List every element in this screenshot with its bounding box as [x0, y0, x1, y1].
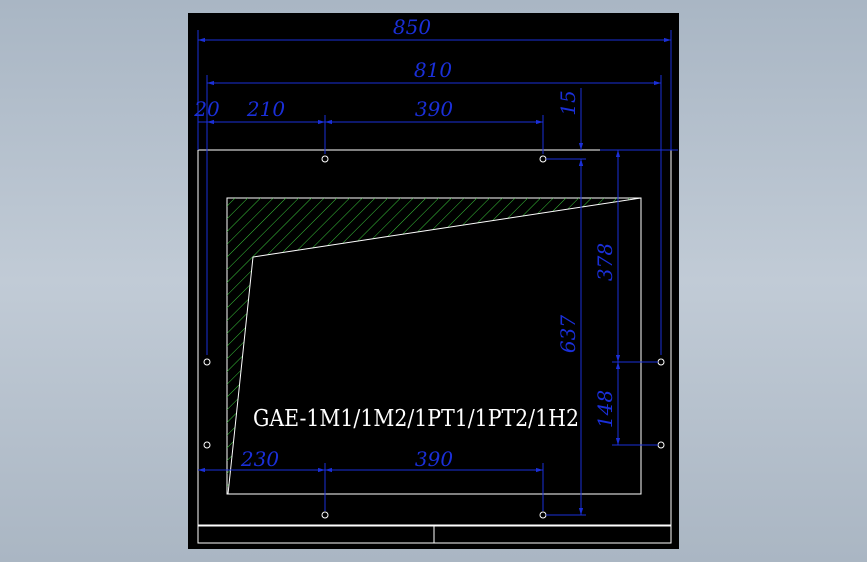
hole-bottom-right [539, 511, 547, 519]
dim-bottom-hole-spacing: 390 [415, 447, 453, 471]
dim-upper-height: 378 [593, 243, 617, 281]
hole-top-left [321, 155, 329, 163]
drawing-viewer: 850 810 20 210 390 15 378 637 148 230 39… [0, 0, 867, 562]
hole-top-right [539, 155, 547, 163]
dim-overall-width: 850 [393, 15, 431, 39]
dim-total-height: 637 [556, 315, 580, 353]
dim-top-margin: 15 [556, 90, 580, 115]
dim-hole-span-width: 810 [414, 58, 452, 82]
hole-right-lower [657, 441, 665, 449]
dim-bottom-left-offset: 230 [240, 447, 279, 471]
dim-top-left-offset: 210 [246, 97, 285, 121]
dim-lower-height: 148 [593, 390, 617, 428]
hole-bottom-left [321, 511, 329, 519]
hole-right-upper [657, 358, 665, 366]
cad-drawing[interactable]: 850 810 20 210 390 15 378 637 148 230 39… [0, 0, 867, 562]
part-label: GAE-1M1/1M2/1PT1/1PT2/1H2 [253, 406, 579, 432]
dim-edge-offset: 20 [193, 97, 220, 121]
dim-top-hole-spacing: 390 [415, 97, 453, 121]
hole-left-upper [203, 358, 211, 366]
hole-left-lower [203, 441, 211, 449]
